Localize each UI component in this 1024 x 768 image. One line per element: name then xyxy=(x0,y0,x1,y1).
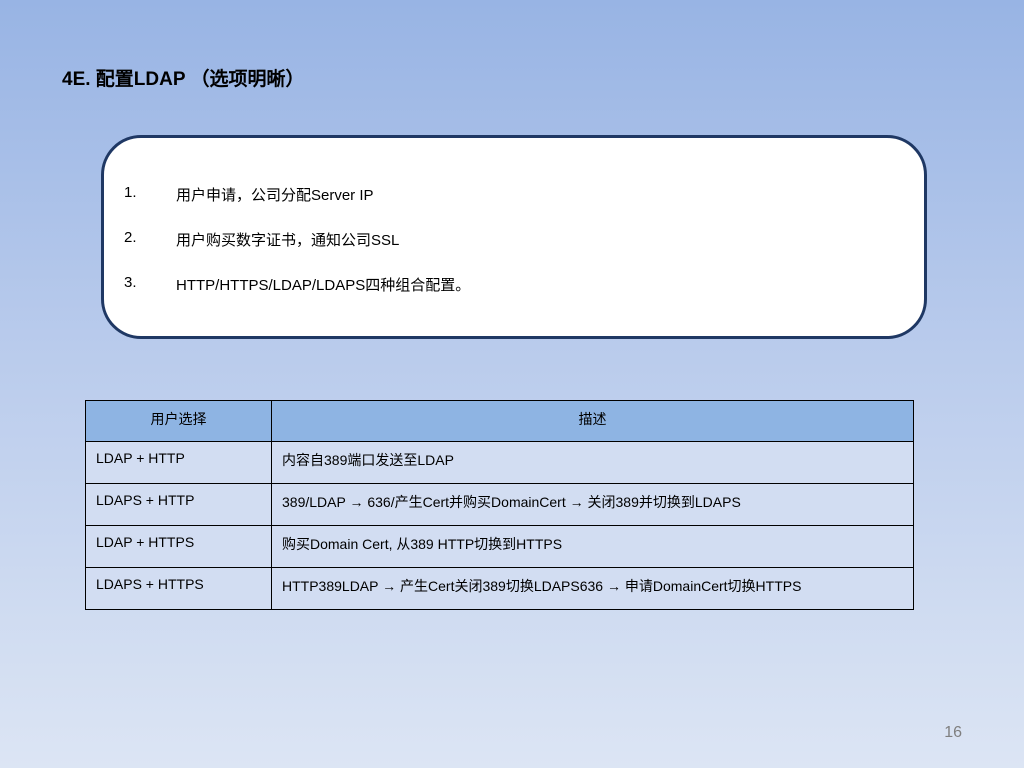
step-text: HTTP/HTTPS/LDAP/LDAPS四种组合配置。 xyxy=(176,277,471,294)
step-number: 3. xyxy=(124,274,137,291)
slide-title: 4E. 配置LDAP （选项明晰） xyxy=(62,69,305,90)
description-cell: 内容自389端口发送至LDAP xyxy=(271,441,914,484)
list-item: 3. HTTP/HTTPS/LDAP/LDAPS四种组合配置。 xyxy=(124,274,470,319)
steps-box: 1. 用户申请，公司分配Server IP 2. 用户购买数字证书，通知公司SS… xyxy=(101,135,927,339)
column-header-description: 描述 xyxy=(271,400,914,442)
description-cell: 购买Domain Cert, 从389 HTTP切换到HTTPS xyxy=(271,525,914,568)
choice-cell: LDAPS + HTTPS xyxy=(85,567,272,610)
table-row: LDAP + HTTPS 购买Domain Cert, 从389 HTTP切换到… xyxy=(85,525,914,568)
description-cell: HTTP389LDAP → 产生Cert关闭389切换LDAPS636 → 申请… xyxy=(271,567,914,610)
mode-table: 用户选择 描述 LDAP + HTTP 内容自389端口发送至LDAP LDAP… xyxy=(85,400,914,610)
steps-list: 1. 用户申请，公司分配Server IP 2. 用户购买数字证书，通知公司SS… xyxy=(124,184,470,319)
step-number: 1. xyxy=(124,184,137,201)
page-number: 16 xyxy=(944,724,962,741)
choice-cell: LDAP + HTTP xyxy=(85,441,272,484)
description-cell: 389/LDAP → 636/产生Cert并购买DomainCert → 关闭3… xyxy=(271,483,914,526)
table-row: LDAPS + HTTP 389/LDAP → 636/产生Cert并购买Dom… xyxy=(85,483,914,526)
table-row: LDAPS + HTTPS HTTP389LDAP → 产生Cert关闭389切… xyxy=(85,567,914,610)
step-number: 2. xyxy=(124,229,137,246)
list-item: 2. 用户购买数字证书，通知公司SSL xyxy=(124,229,470,274)
step-text: 用户申请，公司分配Server IP xyxy=(176,187,374,204)
choice-cell: LDAPS + HTTP xyxy=(85,483,272,526)
table-header-row: 用户选择 描述 xyxy=(85,400,914,442)
column-header-choice: 用户选择 xyxy=(85,400,272,442)
step-text: 用户购买数字证书，通知公司SSL xyxy=(176,232,400,249)
list-item: 1. 用户申请，公司分配Server IP xyxy=(124,184,470,229)
table-row: LDAP + HTTP 内容自389端口发送至LDAP xyxy=(85,441,914,484)
choice-cell: LDAP + HTTPS xyxy=(85,525,272,568)
